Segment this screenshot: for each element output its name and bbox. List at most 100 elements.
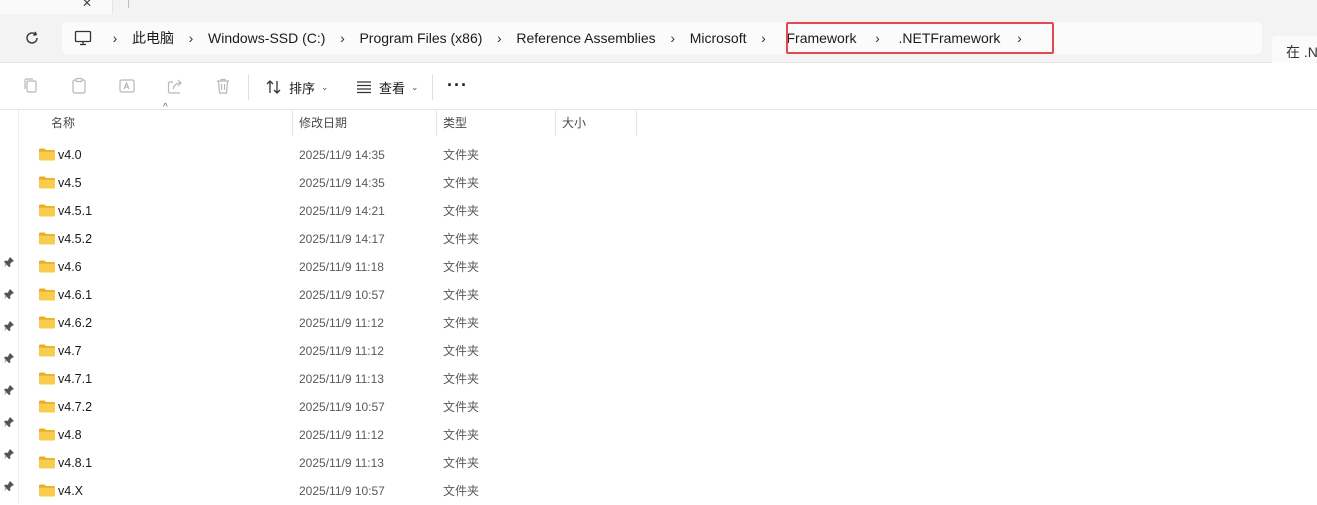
folder-icon — [39, 148, 55, 161]
file-type: 文件夹 — [443, 400, 480, 414]
file-name: v4.X — [58, 484, 84, 498]
file-name: v4.7.2 — [58, 400, 93, 414]
computer-icon[interactable] — [74, 28, 94, 48]
file-type: 文件夹 — [443, 344, 480, 358]
delete-icon[interactable] — [213, 76, 233, 96]
pin-icon[interactable] — [3, 480, 15, 492]
file-date: 2025/11/9 11:18 — [299, 260, 384, 274]
navigation-bar: › 此电脑 › Windows-SSD (C:) › Program Files… — [0, 14, 1317, 68]
file-type: 文件夹 — [443, 428, 480, 442]
list-item[interactable]: v4.0 2025/11/9 14:35 文件夹 — [18, 141, 1317, 169]
file-type: 文件夹 — [443, 232, 480, 246]
pin-icon[interactable] — [3, 352, 15, 364]
column-size[interactable]: 大小 — [556, 110, 637, 136]
file-list: v4.0 2025/11/9 14:35 文件夹 v4.5 2025/11/9 … — [18, 141, 1317, 505]
pin-icon[interactable] — [3, 256, 15, 268]
folder-icon — [39, 204, 55, 217]
pin-icon[interactable] — [3, 416, 15, 428]
breadcrumb-microsoft[interactable]: Microsoft — [686, 30, 751, 46]
chevron-right-icon[interactable]: › — [178, 30, 204, 46]
paste-icon[interactable] — [69, 76, 89, 96]
folder-icon — [39, 176, 55, 189]
file-name: v4.6.1 — [58, 288, 93, 302]
chevron-right-icon[interactable]: › — [750, 30, 776, 46]
breadcrumb-this-pc[interactable]: 此电脑 — [128, 28, 178, 48]
toolbar-divider — [248, 74, 249, 100]
file-date: 2025/11/9 11:12 — [299, 316, 384, 330]
view-button[interactable]: 查看 ⌄ — [355, 77, 419, 97]
file-name: v4.7.1 — [58, 372, 93, 386]
list-item[interactable]: v4.5.2 2025/11/9 14:17 文件夹 — [18, 225, 1317, 253]
file-type: 文件夹 — [443, 176, 480, 190]
folder-icon — [39, 344, 55, 357]
folder-icon — [39, 260, 55, 273]
file-name: v4.6.2 — [58, 316, 93, 330]
chevron-down-icon: ⌄ — [411, 81, 419, 92]
folder-icon — [39, 428, 55, 441]
sort-button[interactable]: 排序 ⌄ — [265, 77, 329, 97]
file-date: 2025/11/9 14:35 — [299, 176, 385, 190]
pin-icon[interactable] — [3, 448, 15, 460]
file-type: 文件夹 — [443, 456, 480, 470]
folder-icon — [39, 400, 55, 413]
refresh-icon[interactable] — [22, 28, 42, 48]
tab-strip: ✕ — [0, 0, 1317, 14]
file-date: 2025/11/9 10:57 — [299, 484, 385, 498]
toolbar-divider — [432, 74, 433, 100]
list-item[interactable]: v4.7.1 2025/11/9 11:13 文件夹 — [18, 365, 1317, 393]
file-date: 2025/11/9 14:21 — [299, 204, 385, 218]
folder-icon — [39, 288, 55, 301]
share-icon[interactable] — [165, 76, 185, 96]
navigation-pane — [0, 110, 19, 504]
chevron-right-icon[interactable]: › — [660, 30, 686, 46]
list-item[interactable]: v4.8.1 2025/11/9 11:13 文件夹 — [18, 449, 1317, 477]
list-item[interactable]: v4.6 2025/11/9 11:18 文件夹 — [18, 253, 1317, 281]
file-type: 文件夹 — [443, 148, 480, 162]
view-label: 查看 — [379, 80, 406, 96]
column-date-modified[interactable]: 修改日期 — [293, 110, 437, 136]
column-header: ^ 名称 修改日期 类型 大小 — [18, 102, 1317, 136]
chevron-right-icon[interactable]: › — [102, 30, 128, 46]
command-bar: 排序 ⌄ 查看 ⌄ ··· — [0, 63, 1317, 110]
list-item[interactable]: v4.7.2 2025/11/9 10:57 文件夹 — [18, 393, 1317, 421]
breadcrumb-program-files[interactable]: Program Files (x86) — [355, 30, 486, 46]
active-tab[interactable]: ✕ — [0, 0, 113, 14]
list-item[interactable]: v4.7 2025/11/9 11:12 文件夹 — [18, 337, 1317, 365]
rename-icon[interactable] — [117, 76, 137, 96]
breadcrumb-reference-assemblies[interactable]: Reference Assemblies — [512, 30, 659, 46]
file-name: v4.5.1 — [58, 204, 93, 218]
file-name: v4.0 — [58, 148, 82, 162]
file-type: 文件夹 — [443, 372, 480, 386]
chevron-down-icon: ⌄ — [321, 81, 329, 92]
pin-icon[interactable] — [3, 288, 15, 300]
pin-icon[interactable] — [3, 384, 15, 396]
file-date: 2025/11/9 10:57 — [299, 288, 385, 302]
file-type: 文件夹 — [443, 288, 480, 302]
list-item[interactable]: v4.8 2025/11/9 11:12 文件夹 — [18, 421, 1317, 449]
file-type: 文件夹 — [443, 204, 480, 218]
close-icon[interactable]: ✕ — [82, 0, 92, 10]
copy-icon[interactable] — [21, 76, 41, 96]
list-item[interactable]: v4.X 2025/11/9 10:57 文件夹 — [18, 477, 1317, 505]
file-name: v4.8.1 — [58, 456, 93, 470]
column-name[interactable]: 名称 — [45, 110, 293, 136]
tab-divider — [128, 0, 129, 8]
file-type: 文件夹 — [443, 484, 480, 498]
list-item[interactable]: v4.5 2025/11/9 14:35 文件夹 — [18, 169, 1317, 197]
chevron-right-icon[interactable]: › — [486, 30, 512, 46]
pin-icon[interactable] — [3, 320, 15, 332]
list-item[interactable]: v4.6.2 2025/11/9 11:12 文件夹 — [18, 309, 1317, 337]
address-bar[interactable]: › 此电脑 › Windows-SSD (C:) › Program Files… — [62, 22, 1262, 54]
more-options-icon[interactable]: ··· — [447, 75, 468, 96]
folder-icon — [39, 372, 55, 385]
chevron-right-icon[interactable]: › — [329, 30, 355, 46]
highlight-box — [786, 22, 1054, 54]
list-item[interactable]: v4.5.1 2025/11/9 14:21 文件夹 — [18, 197, 1317, 225]
file-date: 2025/11/9 11:12 — [299, 428, 384, 442]
file-type: 文件夹 — [443, 316, 480, 330]
column-type[interactable]: 类型 — [437, 110, 556, 136]
list-item[interactable]: v4.6.1 2025/11/9 10:57 文件夹 — [18, 281, 1317, 309]
folder-icon — [39, 484, 55, 497]
breadcrumb-c-drive[interactable]: Windows-SSD (C:) — [204, 30, 329, 46]
file-date: 2025/11/9 14:35 — [299, 148, 385, 162]
